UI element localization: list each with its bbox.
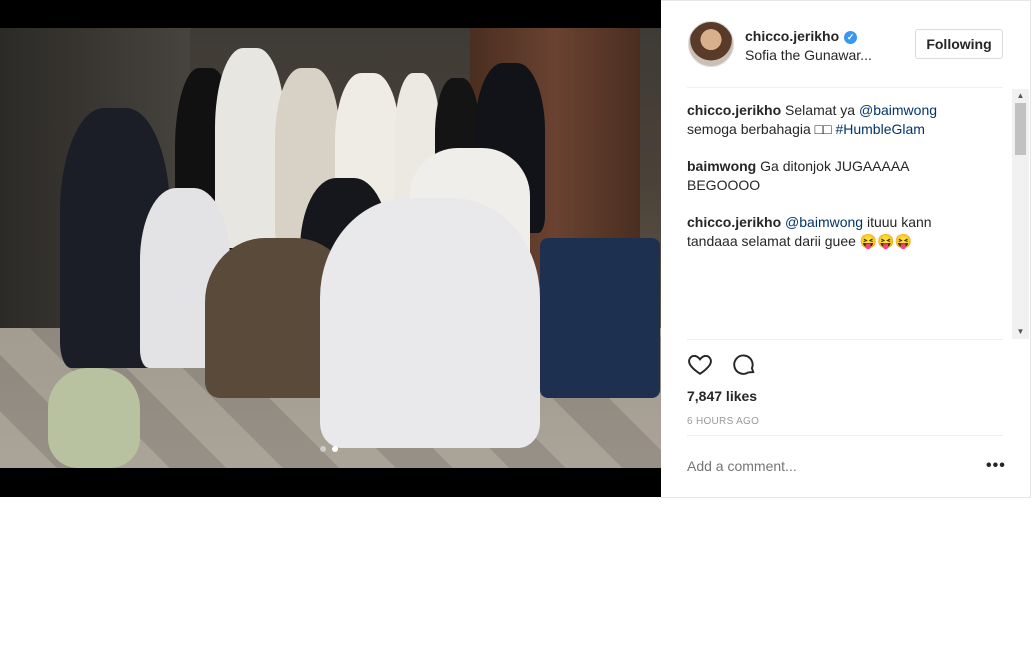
comment-item: chicco.jerikho Selamat ya @baimwong semo…	[687, 101, 977, 139]
comment-bubble-icon[interactable]	[731, 351, 757, 381]
comments-list[interactable]: chicco.jerikho Selamat ya @baimwong semo…	[687, 101, 1012, 339]
blue-chair	[540, 238, 660, 398]
post-actions	[687, 351, 757, 381]
comments-scrollbar[interactable]: ▲ ▼	[1012, 89, 1029, 339]
carousel-dots	[320, 446, 338, 452]
post-location[interactable]: Sofia the Gunawar...	[745, 47, 885, 63]
scroll-up-icon[interactable]: ▲	[1012, 89, 1029, 103]
more-options-icon[interactable]: •••	[986, 457, 1006, 475]
scroll-down-icon[interactable]: ▼	[1012, 325, 1029, 339]
post-timestamp[interactable]: 6 HOURS AGO	[687, 416, 759, 427]
scrollbar-thumb[interactable]	[1015, 103, 1026, 155]
comment-author[interactable]: chicco.jerikho	[687, 214, 781, 230]
comment-text: Selamat ya	[781, 102, 859, 118]
plant-pot	[48, 368, 140, 468]
comment-divider	[687, 435, 1003, 436]
comment-text: semoga berbahagia □□	[687, 121, 836, 137]
comment-tag-link[interactable]: @baimwong	[859, 102, 937, 118]
heart-icon[interactable]	[687, 351, 713, 381]
post-media[interactable]	[0, 0, 661, 497]
carousel-dot[interactable]	[320, 446, 326, 452]
header-divider	[687, 87, 1003, 88]
comment-author[interactable]: baimwong	[687, 158, 756, 174]
comment-item: baimwong Ga ditonjok JUGAAAAA BEGOOOO	[687, 157, 977, 195]
actions-divider	[687, 339, 1003, 340]
following-button[interactable]: Following	[915, 29, 1003, 59]
post-username[interactable]: chicco.jerikho ✓	[745, 28, 858, 44]
post-sidebar: chicco.jerikho ✓ Sofia the Gunawar... Fol…	[661, 0, 1031, 498]
comment-tag-link[interactable]: @baimwong	[785, 214, 863, 230]
carousel-dot[interactable]	[332, 446, 338, 452]
post-header: chicco.jerikho ✓ Sofia the Gunawar... Fol…	[661, 1, 1030, 87]
group-photo[interactable]	[0, 28, 661, 468]
instagram-post: chicco.jerikho ✓ Sofia the Gunawar... Fol…	[0, 0, 1031, 498]
verified-badge-icon: ✓	[844, 31, 858, 44]
avatar[interactable]	[688, 21, 734, 67]
comment-tag-link[interactable]: #HumbleGlam	[835, 121, 924, 137]
add-comment-input[interactable]	[687, 458, 967, 474]
comment-author[interactable]: chicco.jerikho	[687, 102, 781, 118]
comment-item: chicco.jerikho @baimwong ituuu kann tand…	[687, 213, 977, 251]
likes-count[interactable]: 7,847 likes	[687, 388, 757, 404]
